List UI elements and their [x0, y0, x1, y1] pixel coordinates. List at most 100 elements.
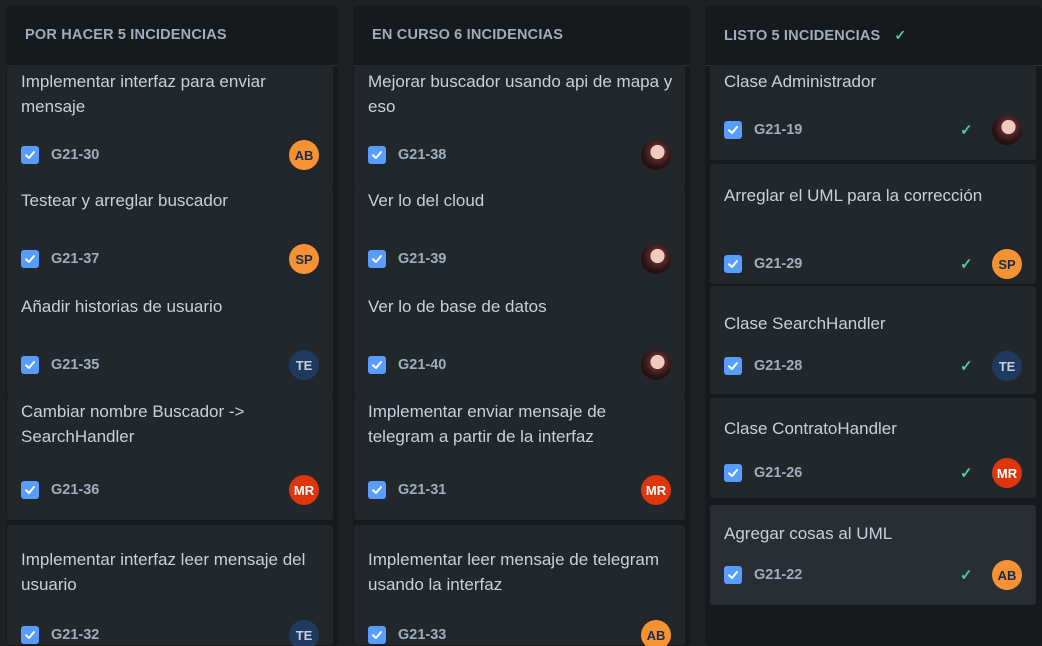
issue-title[interactable]: Clase Administrador — [724, 69, 1026, 94]
issue-key-row: G21-37 — [21, 249, 99, 269]
issue-key[interactable]: G21-33 — [398, 627, 446, 643]
done-check-icon: ✓ — [894, 27, 907, 43]
assignee-avatar[interactable]: TE — [289, 620, 319, 646]
assignee-avatar[interactable]: SP — [992, 249, 1022, 279]
issue-title[interactable]: Implementar interfaz para enviar mensaje — [21, 69, 323, 119]
issue-card[interactable]: Añadir historias de usuario G21-35 TE — [7, 290, 333, 395]
issue-key[interactable]: G21-28 — [754, 358, 802, 374]
issue-key[interactable]: G21-30 — [51, 147, 99, 163]
issue-title[interactable]: Ver lo del cloud — [368, 188, 675, 213]
assignee-avatar[interactable] — [641, 140, 671, 170]
story-type-icon — [368, 356, 386, 374]
story-type-icon — [21, 146, 39, 164]
issue-key[interactable]: G21-40 — [398, 357, 446, 373]
column-count: 6 INCIDENCIAS — [454, 27, 564, 43]
story-type-icon — [724, 464, 742, 482]
story-type-icon — [724, 566, 742, 584]
issue-card[interactable]: Mejorar buscador usando api de mapa y es… — [354, 65, 685, 185]
done-check-icon: ✓ — [960, 256, 973, 273]
issue-title[interactable]: Ver lo de base de datos — [368, 294, 675, 319]
story-type-icon — [724, 255, 742, 273]
issue-title[interactable]: Cambiar nombre Buscador -> SearchHandler — [21, 399, 323, 449]
column-title: LISTO — [724, 28, 768, 44]
issue-key[interactable]: G21-38 — [398, 147, 446, 163]
issue-card[interactable]: Clase Administrador G21-19 ✓ — [710, 65, 1036, 160]
issue-key[interactable]: G21-29 — [754, 256, 802, 272]
issue-card[interactable]: Agregar cosas al UML G21-22 ✓ AB — [710, 505, 1036, 605]
issue-title[interactable]: Añadir historias de usuario — [21, 294, 323, 319]
issue-key[interactable]: G21-32 — [51, 627, 99, 643]
assignee-avatar[interactable]: TE — [992, 351, 1022, 381]
story-type-icon — [21, 356, 39, 374]
story-type-icon — [368, 626, 386, 644]
issue-title[interactable]: Implementar interfaz leer mensaje del us… — [21, 547, 323, 597]
issue-title[interactable]: Implementar leer mensaje de telegram usa… — [368, 547, 675, 597]
column-title: EN CURSO — [372, 27, 451, 43]
assignee-avatar[interactable]: SP — [289, 244, 319, 274]
issue-key[interactable]: G21-19 — [754, 122, 802, 138]
issue-key-row: G21-38 — [368, 145, 446, 165]
column-count: 5 INCIDENCIAS — [771, 28, 881, 44]
column-header: LISTO 5 INCIDENCIAS ✓ — [705, 6, 1042, 66]
issue-key[interactable]: G21-37 — [51, 251, 99, 267]
assignee-avatar[interactable] — [641, 244, 671, 274]
assignee-avatar[interactable]: AB — [992, 560, 1022, 590]
column-title: POR HACER — [25, 27, 114, 43]
issue-key-row: G21-31 — [368, 480, 446, 500]
story-type-icon — [724, 357, 742, 375]
issue-card[interactable]: Ver lo del cloud G21-39 — [354, 184, 685, 294]
issue-title[interactable]: Clase ContratoHandler — [724, 416, 1026, 441]
assignee-avatar[interactable]: AB — [289, 140, 319, 170]
issue-key-row: G21-19 — [724, 120, 802, 140]
issue-title[interactable]: Clase SearchHandler — [724, 311, 1026, 336]
issue-key-row: G21-35 — [21, 355, 99, 375]
issue-key[interactable]: G21-39 — [398, 251, 446, 267]
issue-card[interactable]: Cambiar nombre Buscador -> SearchHandler… — [7, 395, 333, 520]
issue-key-row: G21-33 — [368, 625, 446, 645]
assignee-avatar[interactable] — [641, 350, 671, 380]
issue-title[interactable]: Implementar enviar mensaje de telegram a… — [368, 399, 675, 449]
column-1: POR HACER 5 INCIDENCIAS Implementar interf… — [6, 6, 338, 646]
issue-key-row: G21-26 — [724, 463, 802, 483]
story-type-icon — [21, 481, 39, 499]
done-check-icon: ✓ — [960, 465, 973, 482]
issue-key-row: G21-22 — [724, 565, 802, 585]
issue-card[interactable]: Implementar interfaz para enviar mensaje… — [7, 65, 333, 185]
column-3: LISTO 5 INCIDENCIAS ✓ Clase Administrador G2… — [705, 6, 1042, 646]
story-type-icon — [368, 146, 386, 164]
issue-title[interactable]: Arreglar el UML para la corrección — [724, 183, 1026, 208]
issue-card[interactable]: Clase ContratoHandler G21-26 ✓ MR — [710, 398, 1036, 498]
column-2: EN CURSO 6 INCIDENCIAS Mejorar buscador us… — [353, 6, 690, 646]
issue-key-row: G21-40 — [368, 355, 446, 375]
assignee-avatar[interactable]: MR — [992, 458, 1022, 488]
column-header: POR HACER 5 INCIDENCIAS — [6, 6, 338, 66]
issue-title[interactable]: Mejorar buscador usando api de mapa y es… — [368, 69, 675, 119]
issue-card[interactable]: Implementar interfaz leer mensaje del us… — [7, 525, 333, 646]
issue-card[interactable]: Testear y arreglar buscador G21-37 SP — [7, 184, 333, 294]
issue-card[interactable]: Implementar enviar mensaje de telegram a… — [354, 395, 685, 520]
issue-key-row: G21-36 — [21, 480, 99, 500]
issue-card[interactable]: Ver lo de base de datos G21-40 — [354, 290, 685, 395]
issue-card[interactable]: Implementar leer mensaje de telegram usa… — [354, 525, 685, 646]
issue-title[interactable]: Agregar cosas al UML — [724, 521, 1026, 546]
story-type-icon — [368, 250, 386, 268]
issue-key[interactable]: G21-35 — [51, 357, 99, 373]
issue-key[interactable]: G21-22 — [754, 567, 802, 583]
issue-key[interactable]: G21-31 — [398, 482, 446, 498]
issue-title[interactable]: Testear y arreglar buscador — [21, 188, 323, 213]
issue-card[interactable]: Clase SearchHandler G21-28 ✓ TE — [710, 286, 1036, 394]
done-check-icon: ✓ — [960, 358, 973, 375]
assignee-avatar[interactable]: TE — [289, 350, 319, 380]
issue-key[interactable]: G21-26 — [754, 465, 802, 481]
assignee-avatar[interactable]: AB — [641, 620, 671, 646]
assignee-avatar[interactable]: MR — [289, 475, 319, 505]
assignee-avatar[interactable] — [992, 115, 1022, 145]
story-type-icon — [368, 481, 386, 499]
assignee-avatar[interactable]: MR — [641, 475, 671, 505]
issue-key[interactable]: G21-36 — [51, 482, 99, 498]
column-count: 5 INCIDENCIAS — [117, 27, 227, 43]
story-type-icon — [21, 250, 39, 268]
done-check-icon: ✓ — [960, 122, 973, 139]
issue-card[interactable]: Arreglar el UML para la corrección G21-29… — [710, 164, 1036, 284]
done-check-icon: ✓ — [960, 567, 973, 584]
